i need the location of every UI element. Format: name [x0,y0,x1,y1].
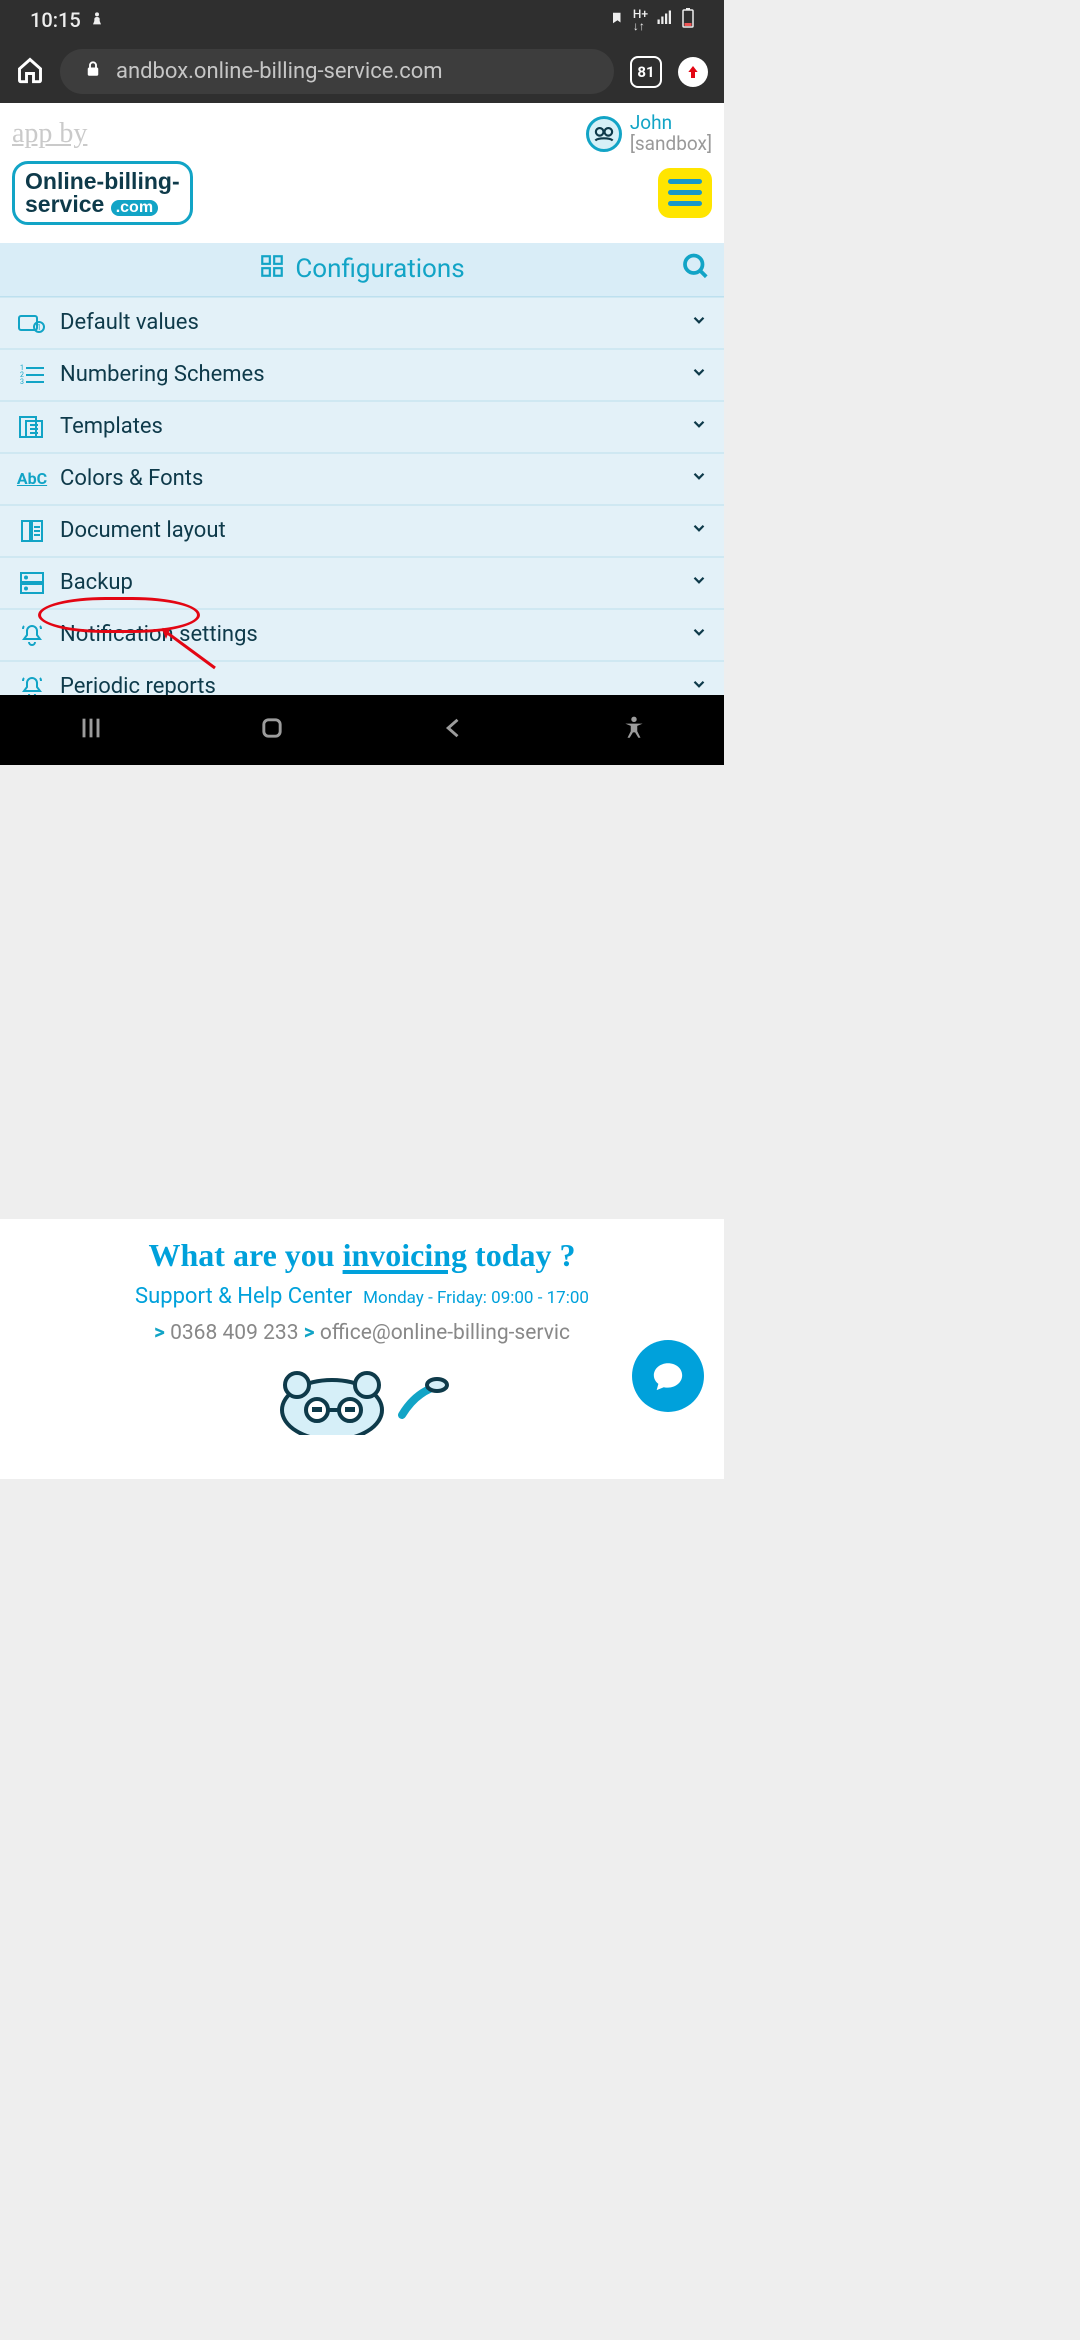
config-item-label: Numbering Schemes [60,362,265,387]
chevron-down-icon [690,414,708,439]
support-link[interactable]: Support & Help Center [135,1284,352,1309]
settings-grid-icon [259,253,285,286]
user-environment: [sandbox] [630,134,712,155]
config-item-default-values[interactable]: 1 Default values [0,297,724,349]
chevron-down-icon [690,570,708,595]
accessibility-button[interactable] [621,715,647,745]
battery-icon [682,8,694,33]
mascot-bear-icon [16,1355,708,1439]
browser-toolbar: andbox.online-billing-service.com 81 [0,40,724,103]
footer-tagline: What are you invoicing today ? [16,1237,708,1274]
child-mode-icon [89,8,105,32]
support-email[interactable]: office@online-billing-servic [320,1321,570,1345]
browser-home-button[interactable] [16,56,44,88]
logo-line2: service [25,191,104,217]
config-item-label: Backup [60,570,133,595]
home-button[interactable] [258,714,286,746]
config-item-label: Default values [60,310,199,335]
search-button[interactable] [680,251,710,288]
app-header: app by John [sandbox] Online-billing- se… [0,103,724,243]
logo-domain: .com [111,200,158,216]
config-item-label: Colors & Fonts [60,466,203,491]
page-footer: What are you invoicing today ? Support &… [0,1219,724,1479]
config-item-templates[interactable]: Templates [0,401,724,453]
user-menu[interactable]: John [sandbox] [586,113,712,155]
vibrate-icon [607,8,625,32]
default-values-icon: 1 [16,309,48,337]
user-name: John [630,113,712,134]
bell-icon [16,621,48,649]
svg-text:3: 3 [20,378,24,386]
config-item-document-layout[interactable]: Document layout [0,505,724,557]
config-item-label: Document layout [60,518,226,543]
config-item-label: Notification settings [60,622,258,647]
avatar [586,116,622,152]
main-menu-button[interactable] [658,168,712,218]
chevron-down-icon [690,622,708,647]
config-item-label: Templates [60,414,163,439]
recents-button[interactable] [77,714,105,746]
chevron-down-icon [690,466,708,491]
lock-icon [84,59,102,84]
svg-text:1: 1 [37,323,42,332]
support-phone[interactable]: 0368 409 233 [170,1321,298,1345]
status-time: 10:15 [30,8,81,32]
config-item-colors-fonts[interactable]: AbC Colors & Fonts [0,453,724,505]
android-status-bar: 10:15 H+↓↑ [0,0,724,40]
chevron-down-icon [690,362,708,387]
url-bar[interactable]: andbox.online-billing-service.com [60,49,614,94]
tabs-count: 81 [637,63,654,81]
backup-icon [16,569,48,597]
android-navigation-bar [0,695,724,765]
page-title-bar: Configurations [0,243,724,297]
numbered-list-icon: 123 [16,361,48,389]
network-hplus-icon: H+↓↑ [633,8,648,32]
chevron-down-icon [690,310,708,335]
document-layout-icon [16,517,48,545]
browser-update-button[interactable] [678,57,708,87]
config-item-notification-settings[interactable]: Notification settings [0,609,724,661]
support-hours: Monday - Friday: 09:00 - 17:00 [363,1288,589,1308]
app-logo[interactable]: Online-billing- service .com [12,161,193,225]
chat-widget-button[interactable] [632,1340,704,1412]
url-text: andbox.online-billing-service.com [116,59,443,84]
signal-icon [656,8,674,32]
colors-fonts-icon: AbC [16,465,48,493]
back-button[interactable] [440,714,468,746]
app-by-label: app by [12,118,87,150]
page-title: Configurations [295,254,464,284]
templates-icon [16,413,48,441]
config-item-numbering-schemes[interactable]: 123 Numbering Schemes [0,349,724,401]
tabs-count-button[interactable]: 81 [630,56,662,88]
chevron-down-icon [690,518,708,543]
config-item-backup[interactable]: Backup [0,557,724,609]
